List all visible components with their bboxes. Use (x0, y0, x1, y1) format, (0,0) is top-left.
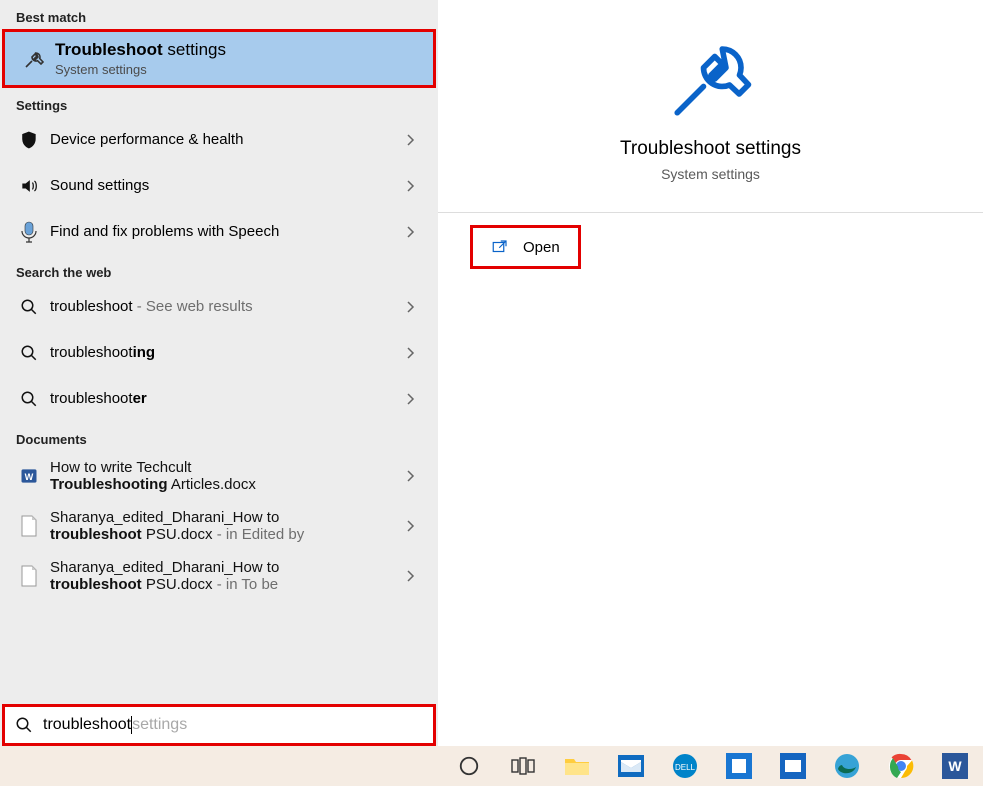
chevron-right-icon (396, 225, 424, 239)
result-speech-fix[interactable]: Find and fix problems with Speech (0, 209, 438, 255)
chevron-right-icon (396, 392, 424, 406)
section-documents: Documents (0, 422, 438, 451)
svg-text:DELL: DELL (675, 763, 696, 772)
file-icon (14, 515, 44, 537)
search-icon (15, 716, 33, 734)
web-result-troubleshoot[interactable]: troubleshoot - See web results (0, 284, 438, 330)
preview-hero: Troubleshoot settings System settings (438, 0, 983, 182)
web-result-troubleshooting[interactable]: troubleshooting (0, 330, 438, 376)
word-doc-icon: W (14, 466, 44, 486)
result-label: Device performance & health (50, 131, 243, 148)
open-label: Open (523, 239, 560, 256)
speaker-icon (14, 176, 44, 196)
task-view-icon[interactable] (504, 747, 542, 785)
web-text-bold: ing (133, 344, 156, 361)
shield-icon (14, 130, 44, 150)
doc-line2-bold: troubleshoot (50, 576, 142, 593)
chevron-right-icon (396, 519, 424, 533)
search-ghost-text: settings (132, 716, 187, 734)
doc-line1: Sharanya_edited_Dharani_How to (50, 559, 396, 576)
microphone-icon (14, 221, 44, 243)
app-tile2-icon[interactable] (774, 747, 812, 785)
doc-line1: How to write Techcult (50, 459, 396, 476)
doc-line2-rest: PSU.docx (142, 526, 213, 543)
result-sound-settings[interactable]: Sound settings (0, 163, 438, 209)
edge-icon[interactable] (828, 747, 866, 785)
web-text-bold: er (133, 390, 147, 407)
svg-text:W: W (25, 472, 34, 482)
section-settings: Settings (0, 88, 438, 117)
open-icon (491, 238, 509, 256)
search-icon (14, 344, 44, 362)
best-subtitle: System settings (55, 62, 419, 77)
app-tile-icon[interactable] (720, 747, 758, 785)
doc-result-techcult[interactable]: W How to write Techcult Troubleshooting … (0, 451, 438, 501)
best-title-rest: settings (163, 40, 226, 59)
doc-line2-rest: Articles.docx (168, 476, 256, 493)
cortana-icon[interactable] (450, 747, 488, 785)
results-panel: Best match Troubleshoot settings System … (0, 0, 438, 746)
doc-line2-rest: PSU.docx (142, 576, 213, 593)
chevron-right-icon (396, 346, 424, 360)
chevron-right-icon (396, 300, 424, 314)
preview-panel: Troubleshoot settings System settings Op… (438, 0, 983, 746)
result-troubleshoot-settings[interactable]: Troubleshoot settings System settings (2, 29, 436, 88)
doc-line2-bold: troubleshoot (50, 526, 142, 543)
dell-icon[interactable]: DELL (666, 747, 704, 785)
doc-result-psu-edited[interactable]: Sharanya_edited_Dharani_How to troublesh… (0, 501, 438, 551)
taskbar: DELL W (0, 746, 983, 786)
doc-result-psu-tobe[interactable]: Sharanya_edited_Dharani_How to troublesh… (0, 551, 438, 601)
file-icon (14, 565, 44, 587)
wrench-icon (438, 34, 983, 124)
web-result-troubleshooter[interactable]: troubleshooter (0, 376, 438, 422)
result-device-performance[interactable]: Device performance & health (0, 117, 438, 163)
web-text-pre: troubleshoot (50, 298, 133, 315)
search-icon (14, 390, 44, 408)
web-text-pre: troubleshoot (50, 344, 133, 361)
chevron-right-icon (396, 469, 424, 483)
doc-line2-tail: - in Edited by (213, 526, 305, 543)
preview-subtitle: System settings (438, 166, 983, 182)
doc-line2-tail: - in To be (213, 576, 279, 593)
search-typed-text: troubleshoot (43, 716, 131, 734)
result-text: Troubleshoot settings System settings (49, 40, 419, 77)
svg-text:W: W (948, 758, 962, 774)
chevron-right-icon (396, 133, 424, 147)
chevron-right-icon (396, 569, 424, 583)
doc-line2-bold: Troubleshooting (50, 476, 168, 493)
search-input[interactable]: troubleshoot settings (2, 704, 436, 746)
result-label: Sound settings (50, 177, 149, 194)
start-search-window: Best match Troubleshoot settings System … (0, 0, 983, 746)
preview-title: Troubleshoot settings (438, 138, 983, 160)
section-best-match: Best match (0, 0, 438, 29)
chevron-right-icon (396, 179, 424, 193)
divider (438, 212, 983, 213)
web-text-pre: troubleshoot (50, 390, 133, 407)
open-button[interactable]: Open (470, 225, 581, 269)
web-text-tail: - See web results (133, 298, 253, 315)
doc-line1: Sharanya_edited_Dharani_How to (50, 509, 396, 526)
mail-icon[interactable] (612, 747, 650, 785)
chrome-icon[interactable] (882, 747, 920, 785)
search-icon (14, 298, 44, 316)
word-icon[interactable]: W (936, 747, 974, 785)
best-title-bold: Troubleshoot (55, 40, 163, 59)
section-search-web: Search the web (0, 255, 438, 284)
result-label: Find and fix problems with Speech (50, 223, 279, 240)
file-explorer-icon[interactable] (558, 747, 596, 785)
wrench-icon (19, 47, 49, 71)
